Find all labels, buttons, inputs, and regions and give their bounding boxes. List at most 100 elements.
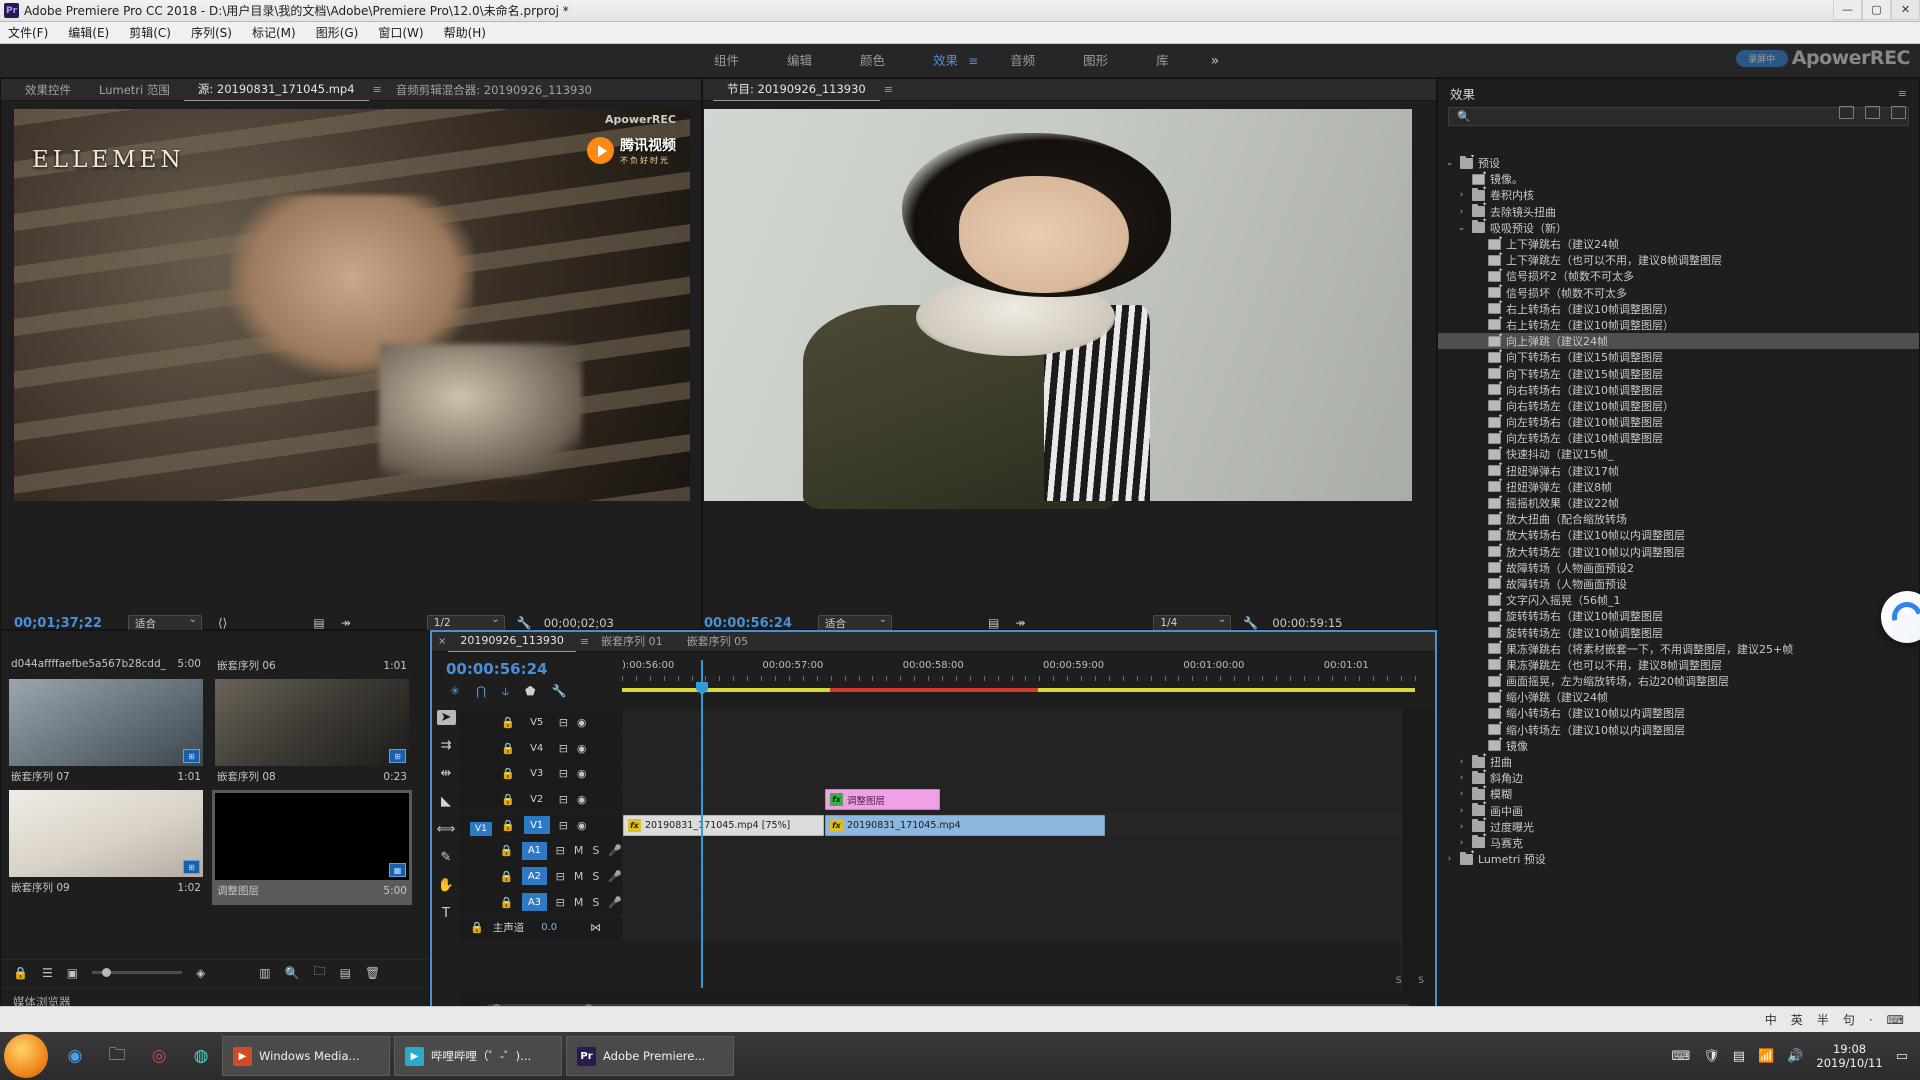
timeline-clip[interactable]: fx 20190831_171045.mp4 [825,814,1105,836]
effects-tree-list[interactable]: ⌄ 预设镜像。 › 卷积内核 › 去除镜头扭曲 ⌄ 吸吸预设（新） 上下弹跳右（建议24帧上下弹… [1438,155,1919,1031]
effects-preset-row[interactable]: 向左转场左（建议10帧调整图层 [1438,429,1919,446]
timeline-tab-close-icon[interactable]: × [438,636,446,647]
effects-preset-row[interactable]: 画面摇晃，左为缩放转场，右边20帧调整图层 [1438,672,1919,689]
source-tab-2[interactable]: 源: 20190831_171045.mp4 [183,78,369,101]
source-tab-3[interactable]: 音频剪辑混合器: 20190926_113930 [382,79,606,101]
program-current-timecode[interactable]: 00:00:56:24 [704,616,792,631]
menu-item-6[interactable]: 窗口(W) [378,24,423,41]
chevron-icon[interactable]: › [1456,806,1467,816]
snap-sequence-icon[interactable]: ✳ [450,684,460,699]
mic-icon[interactable]: 🎤 [608,844,622,857]
sort-icon[interactable]: ◈ [196,966,205,980]
icon-view-icon[interactable]: ▣ [67,966,78,980]
program-panel-menu-icon[interactable]: ≡ [884,83,893,96]
lock-icon[interactable]: 🔒 [501,767,515,780]
lock-icon[interactable]: 🔒 [501,716,515,729]
32bit-color-icon[interactable] [1865,106,1880,119]
volume-icon[interactable]: 🔊 [1787,1049,1803,1064]
effects-preset-row[interactable]: 扭妞弹弹左（建议8帧 [1438,477,1919,495]
effects-preset-row[interactable]: 向上弹跳（建议24帧 [1438,332,1919,350]
track-lane-V1[interactable]: fx 20190831_171045.mp4 [75%] fx 20190831_17… [622,812,1435,838]
eye-icon[interactable]: ◉ [577,793,587,806]
eye-icon[interactable]: ◉ [577,742,587,755]
pen-tool[interactable]: ✎ [437,850,456,865]
sync-lock-icon[interactable]: ⊟ [556,844,565,857]
menu-item-0[interactable]: 文件(F) [8,24,48,41]
sync-lock-icon[interactable]: ⊟ [559,819,568,832]
effects-preset-row[interactable]: 摇摇机效果（建议22帧 [1438,494,1919,511]
effects-folder-row[interactable]: ⌄ 预设 [1438,155,1919,171]
track-lane-V3[interactable] [622,761,1435,787]
sync-lock-icon[interactable]: ⊟ [559,793,568,806]
start-button[interactable] [4,1034,48,1078]
track-name[interactable]: V3 [524,765,550,783]
track-target-V1[interactable]: V1 [470,816,492,836]
chevron-icon[interactable]: ⌄ [1456,223,1467,233]
chrome-icon[interactable]: ◍ [180,1035,222,1077]
ime-item-1[interactable]: 英 [1791,1011,1803,1028]
timeline-playhead-timecode[interactable]: 00:00:56:24 [432,652,587,678]
edge-icon[interactable]: ◉ [54,1035,96,1077]
effects-preset-row[interactable]: 右上转场右（建议10帧调整图层） [1438,299,1919,317]
menu-item-4[interactable]: 标记(M) [252,24,296,41]
lock-icon[interactable]: 🔒 [13,966,28,980]
effects-preset-row[interactable]: 向左转场右（建议10帧调整图层 [1438,413,1919,430]
track-lane-A1[interactable] [622,838,1435,864]
effects-folder-row[interactable]: › 画中画 [1438,800,1919,819]
timeline-track-主声道[interactable]: 🔒 主声道 0.0 ⋈ [460,915,1435,942]
effects-folder-row[interactable]: › 卷积内核 [1438,185,1919,203]
menu-item-7[interactable]: 帮助(H) [444,24,486,41]
mute-button[interactable]: M [574,896,584,909]
effects-preset-row[interactable]: 缩小转场左（建议10帧以内调整图层 [1438,720,1919,738]
track-lane-V4[interactable] [622,735,1435,761]
menu-item-2[interactable]: 剪辑(C) [129,24,171,41]
mute-button[interactable]: M [574,844,584,857]
workspace-tab-2[interactable]: 颜色 [836,44,909,78]
effects-preset-row[interactable]: 向下转场左（建议15帧调整图层 [1438,364,1919,381]
bin-item[interactable]: ⊞ 嵌套序列 09 1:02 [9,790,203,905]
track-name[interactable]: A3 [522,893,547,912]
track-name[interactable]: V1 [523,816,550,835]
effects-preset-row[interactable]: 镜像。 [1438,170,1919,187]
effects-preset-row[interactable]: 右上转场左（建议10帧调整图层） [1438,315,1919,333]
eye-icon[interactable]: ◉ [577,716,587,729]
timeline-track-V4[interactable]: 🔒 V4 ⊟ ◉ [460,735,1435,762]
ime-item-3[interactable]: 句 [1843,1011,1855,1028]
ycbcr-icon[interactable] [1891,106,1906,119]
type-tool[interactable]: T [437,906,456,921]
track-lane-V2[interactable]: fx 调整图层 [622,787,1435,812]
timeline-track-V1[interactable]: V1 🔒 V1 ⊟ ◉ fx 20190831_171045.mp4 [75%] fx 2019… [460,812,1435,839]
media-icon[interactable]: ◎ [138,1035,180,1077]
marker-icon[interactable]: ⬟ [525,684,535,699]
timeline-track-A3[interactable]: 🔒 A3 ⊟ M S 🎤 [460,889,1435,916]
maximize-button[interactable]: ▢ [1862,0,1891,20]
effects-preset-row[interactable]: 放大转场左（建议10帧以内调整图层 [1438,542,1919,560]
source-resolution-select[interactable]: 1/2 [426,614,505,631]
taskbar-app-0[interactable]: ▶ Windows Media... [222,1036,390,1076]
track-name[interactable]: V2 [524,790,550,808]
timeline-track-V5[interactable]: 🔒 V5 ⊟ ◉ [460,710,1435,736]
program-resolution-select[interactable]: 1/4 [1153,614,1232,631]
timeline-time-ruler[interactable]: ):00:56:00 00:00:57:00 00:00:58:00 00:00:59… [622,660,1416,686]
lock-icon[interactable]: 🔒 [501,793,515,806]
source-current-timecode[interactable]: 00;01;37;22 [14,616,102,631]
lock-icon[interactable]: 🔒 [501,819,515,832]
find-icon[interactable]: 🔍 [285,966,300,980]
magnet-icon[interactable]: ⋂ [476,684,486,699]
timeline-playhead-knob[interactable] [696,682,708,695]
sync-lock-icon[interactable]: ⊟ [559,767,568,780]
notification-icon[interactable]: ▭ [1896,1049,1908,1064]
taskbar-app-1[interactable]: ▶ 哔哩哔哩（゜-゜)... [394,1036,562,1076]
hand-tool[interactable]: ✋ [437,878,456,893]
sync-lock-icon[interactable]: ⊟ [559,716,568,729]
effects-preset-row[interactable]: 快速抖动（建议15帧_ [1438,445,1919,462]
track-select-tool[interactable]: ⇉ [437,738,456,753]
tab-program-sequence[interactable]: 节目: 20190926_113930 [713,78,880,101]
workspace-more-button[interactable]: » [1193,53,1238,69]
timeline-clip[interactable]: fx 调整图层 [825,789,940,811]
effects-preset-row[interactable]: 信号损坏2（帧数不可太多 [1438,267,1919,284]
effects-preset-row[interactable]: 向右转场左（建议10帧调整图层） [1438,396,1919,414]
delete-icon[interactable]: 🗑 [365,966,380,980]
wrench-icon[interactable]: 🔧 [551,684,566,699]
minimize-button[interactable]: — [1833,0,1862,20]
